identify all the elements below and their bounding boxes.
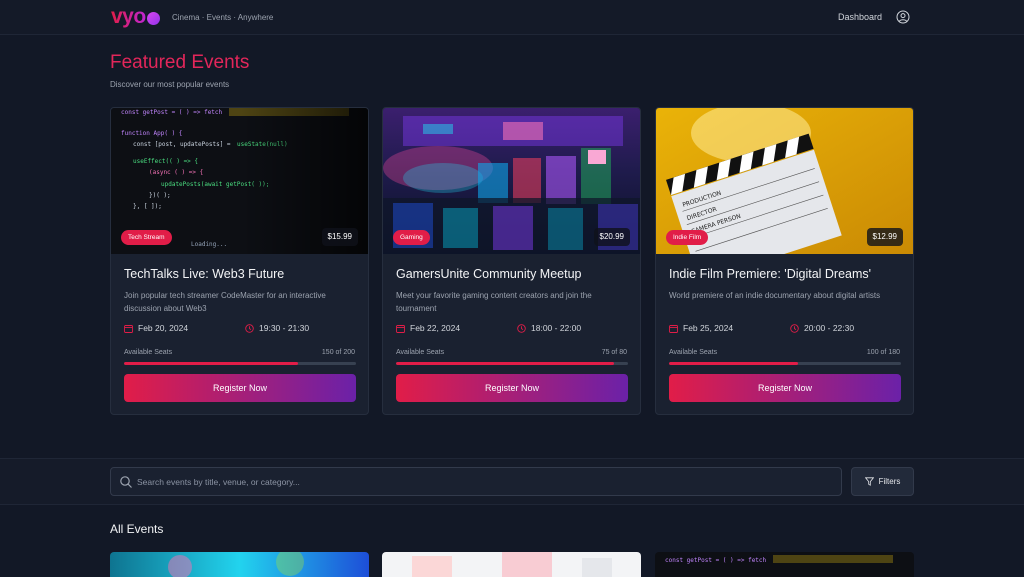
- event-time: 18:00 - 22:00: [517, 323, 581, 333]
- nav-dashboard-link[interactable]: Dashboard: [838, 12, 882, 22]
- register-button[interactable]: Register Now: [396, 374, 628, 402]
- user-icon[interactable]: [896, 10, 910, 24]
- event-card[interactable]: PRODUCTION DIRECTOR CAMERA PERSON Indie …: [655, 107, 914, 415]
- event-date-text: Feb 20, 2024: [138, 323, 189, 333]
- top-navbar: vyo Cinema · Events · Anywhere Dashboard: [0, 0, 1024, 35]
- event-date-text: Feb 22, 2024: [410, 323, 461, 333]
- event-title[interactable]: TechTalks Live: Web3 Future: [124, 267, 284, 281]
- event-date: Feb 25, 2024: [669, 323, 733, 333]
- search-bar-section: Filters: [0, 458, 1024, 505]
- clock-icon: [245, 323, 254, 333]
- register-button[interactable]: Register Now: [669, 374, 901, 402]
- event-card[interactable]: Gaming $20.99 GamersUnite Community Meet…: [382, 107, 641, 415]
- event-card-thumbnail[interactable]: [110, 552, 369, 577]
- event-description: World premiere of an indie documentary a…: [669, 291, 881, 300]
- price-tag: $20.99: [593, 228, 630, 246]
- register-button[interactable]: Register Now: [124, 374, 356, 402]
- event-time: 20:00 - 22:30: [790, 323, 854, 333]
- filters-button[interactable]: Filters: [851, 467, 914, 496]
- price-tag: $15.99: [321, 228, 358, 246]
- seats-count: 100 of 180: [866, 349, 900, 356]
- logo-dot-icon: [146, 11, 160, 25]
- event-title[interactable]: Indie Film Premiere: 'Digital Dreams': [669, 267, 871, 281]
- calendar-icon: [669, 324, 678, 333]
- event-date-text: Feb 25, 2024: [683, 323, 734, 333]
- event-description: Join popular tech streamer CodeMaster fo…: [124, 291, 326, 313]
- event-time-text: 18:00 - 22:00: [531, 323, 582, 333]
- featured-subtitle: Discover our most popular events: [110, 80, 230, 89]
- svg-text:const getPost = ( ) => fetch: const getPost = ( ) => fetch: [665, 557, 767, 564]
- seats-progress-bar: [124, 362, 356, 365]
- filters-label: Filters: [878, 477, 901, 486]
- event-time-text: 19:30 - 21:30: [259, 323, 310, 333]
- seats-count: 150 of 200: [321, 349, 355, 356]
- filter-icon: [864, 477, 874, 486]
- search-icon: [120, 476, 132, 488]
- event-date: Feb 22, 2024: [396, 323, 460, 333]
- seats-label: Available Seats: [124, 349, 173, 356]
- event-card-thumbnail[interactable]: const getPost = ( ) => fetch: [655, 552, 914, 577]
- seats-progress-bar: [396, 362, 628, 365]
- seats-label: Available Seats: [396, 349, 445, 356]
- event-card-thumbnail[interactable]: [382, 552, 641, 577]
- event-description: Meet your favorite gaming content creato…: [396, 291, 592, 313]
- event-title[interactable]: GamersUnite Community Meetup: [396, 267, 581, 281]
- event-card[interactable]: const getPost = ( ) => fetch function Ap…: [110, 107, 369, 415]
- seats-progress-fill: [669, 362, 798, 365]
- category-badge: Tech Stream: [121, 230, 172, 245]
- search-box[interactable]: [110, 467, 842, 496]
- seats-progress-fill: [124, 362, 298, 365]
- seats-label: Available Seats: [669, 349, 718, 356]
- clock-icon: [790, 323, 799, 333]
- calendar-icon: [396, 324, 405, 333]
- price-tag: $12.99: [866, 228, 903, 246]
- logo[interactable]: vyo: [111, 5, 160, 28]
- event-time: 19:30 - 21:30: [245, 323, 309, 333]
- category-badge: Indie Film: [666, 230, 709, 245]
- seats-count: 75 of 80: [601, 349, 627, 356]
- logo-text: vyo: [111, 5, 146, 28]
- tagline: Cinema · Events · Anywhere: [172, 13, 274, 22]
- event-time-text: 20:00 - 22:30: [804, 323, 855, 333]
- featured-title: Featured Events: [110, 52, 250, 73]
- seats-progress-fill: [396, 362, 614, 365]
- seats-progress-bar: [669, 362, 901, 365]
- category-badge: Gaming: [393, 230, 430, 245]
- calendar-icon: [124, 324, 133, 333]
- event-date: Feb 20, 2024: [124, 323, 188, 333]
- all-events-title: All Events: [110, 522, 164, 536]
- clock-icon: [517, 323, 526, 333]
- search-input[interactable]: [137, 468, 827, 495]
